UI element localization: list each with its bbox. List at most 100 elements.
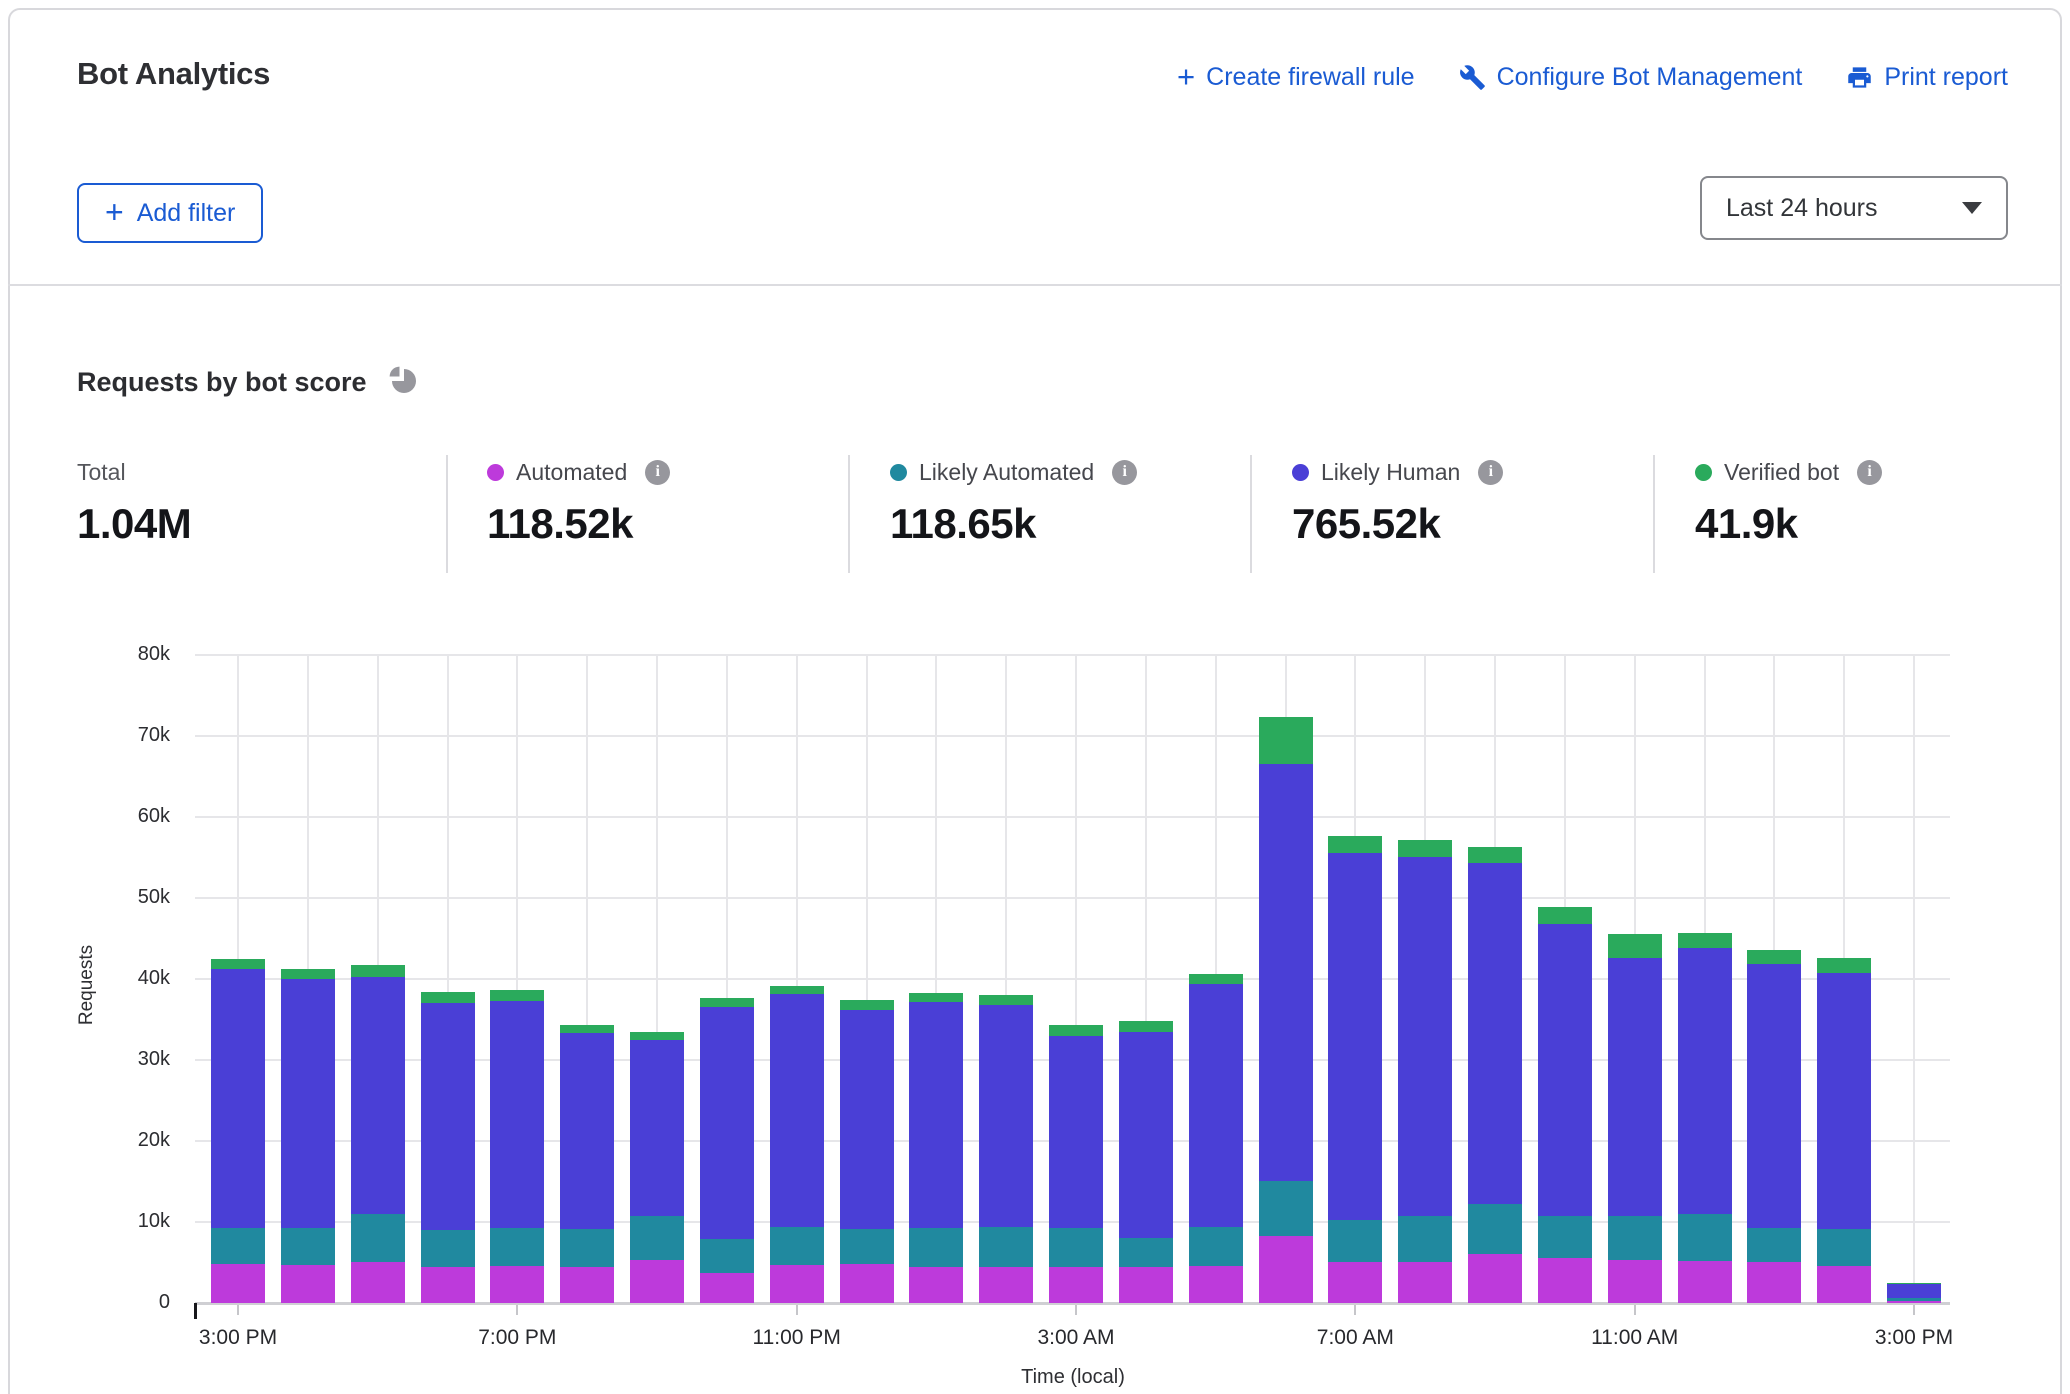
bar-segment-verified-bot (281, 969, 335, 979)
y-axis-tick-label: 60k (90, 805, 170, 828)
bar-segment-likely-automated (1328, 1220, 1382, 1263)
bar-2-00-am[interactable] (979, 995, 1033, 1303)
bar-segment-verified-bot (1678, 933, 1732, 948)
bar-segment-likely-human (1259, 764, 1313, 1182)
x-axis-tick-label: 7:00 AM (1280, 1326, 1430, 1350)
bar-7-00-pm[interactable] (490, 990, 544, 1303)
bar-segment-verified-bot (770, 986, 824, 993)
y-axis-tick-label: 30k (90, 1048, 170, 1071)
bar-segment-automated (1189, 1266, 1243, 1303)
y-axis-tick-label: 0 (90, 1291, 170, 1314)
bar-segment-automated (1259, 1236, 1313, 1303)
bar-segment-automated (770, 1265, 824, 1303)
bar-8-00-am[interactable] (1398, 840, 1452, 1303)
bar-1-00-am[interactable] (909, 993, 963, 1303)
bar-segment-likely-human (1049, 1036, 1103, 1228)
bar-3-00-pm[interactable] (211, 959, 265, 1303)
bar-1-00-pm[interactable] (1747, 950, 1801, 1303)
bar-12-00-am[interactable] (840, 1000, 894, 1303)
bar-segment-likely-automated (1538, 1216, 1592, 1258)
bar-segment-likely-human (840, 1010, 894, 1230)
bar-5-00-pm[interactable] (351, 965, 405, 1303)
bar-segment-likely-human (1678, 948, 1732, 1214)
bar-segment-verified-bot (1119, 1021, 1173, 1032)
bar-6-00-pm[interactable] (421, 992, 475, 1303)
bar-segment-likely-automated (560, 1229, 614, 1266)
bar-3-00-am[interactable] (1049, 1025, 1103, 1303)
x-axis-tick (1075, 1305, 1077, 1315)
bar-segment-likely-automated (1398, 1216, 1452, 1261)
bar-segment-likely-human (351, 977, 405, 1214)
bar-segment-verified-bot (351, 965, 405, 977)
bar-segment-likely-human (630, 1040, 684, 1217)
bar-segment-automated (351, 1262, 405, 1303)
bar-11-00-am[interactable] (1608, 934, 1662, 1303)
bar-segment-likely-human (1398, 857, 1452, 1217)
bar-segment-automated (1538, 1258, 1592, 1303)
bar-segment-automated (1887, 1301, 1941, 1303)
bar-segment-verified-bot (630, 1032, 684, 1040)
bar-segment-verified-bot (1817, 958, 1871, 973)
bar-segment-likely-automated (281, 1228, 335, 1265)
bar-segment-automated (421, 1267, 475, 1303)
bar-9-00-am[interactable] (1468, 847, 1522, 1303)
bar-segment-automated (211, 1264, 265, 1303)
bar-segment-verified-bot (560, 1025, 614, 1033)
bar-segment-verified-bot (421, 992, 475, 1003)
bar-segment-automated (1678, 1261, 1732, 1303)
bar-segment-likely-human (211, 969, 265, 1228)
x-axis-tick (1354, 1305, 1356, 1315)
bar-segment-likely-human (1468, 863, 1522, 1204)
bar-10-00-pm[interactable] (700, 998, 754, 1303)
bar-segment-automated (840, 1264, 894, 1303)
bar-segment-automated (909, 1267, 963, 1303)
bar-5-00-am[interactable] (1189, 974, 1243, 1303)
bar-3-00-pm[interactable] (1887, 1283, 1941, 1303)
bar-segment-automated (1608, 1260, 1662, 1303)
bar-10-00-am[interactable] (1538, 907, 1592, 1303)
bot-score-chart: 010k20k30k40k50k60k70k80k3:00 PM7:00 PM1… (0, 0, 2070, 1394)
bar-6-00-am[interactable] (1259, 717, 1313, 1303)
y-axis-tick-label: 50k (90, 886, 170, 909)
bar-segment-likely-automated (490, 1228, 544, 1265)
x-axis-tick-label: 7:00 PM (442, 1326, 592, 1350)
bar-11-00-pm[interactable] (770, 986, 824, 1303)
bar-segment-likely-human (1817, 973, 1871, 1229)
bot-analytics-page: Bot Analytics + Create firewall rule Con… (0, 0, 2070, 1394)
x-axis-tick (796, 1305, 798, 1315)
x-axis-tick (1913, 1305, 1915, 1315)
bar-segment-verified-bot (1189, 974, 1243, 984)
bar-segment-automated (1049, 1267, 1103, 1303)
bar-segment-verified-bot (1398, 840, 1452, 856)
bar-segment-likely-human (421, 1003, 475, 1230)
bar-segment-verified-bot (1468, 847, 1522, 863)
y-axis-tick-label: 80k (90, 643, 170, 666)
y-axis-tick-label: 20k (90, 1129, 170, 1152)
y-axis-tick-label: 10k (90, 1210, 170, 1233)
bar-segment-likely-human (1119, 1032, 1173, 1239)
bar-2-00-pm[interactable] (1817, 958, 1871, 1303)
bar-4-00-pm[interactable] (281, 969, 335, 1303)
bar-segment-likely-human (1328, 853, 1382, 1220)
bar-9-00-pm[interactable] (630, 1032, 684, 1303)
bar-segment-likely-automated (909, 1228, 963, 1267)
bar-12-00-pm[interactable] (1678, 933, 1732, 1303)
bar-segment-verified-bot (1049, 1025, 1103, 1036)
bar-segment-likely-human (281, 979, 335, 1228)
bar-segment-likely-automated (1747, 1228, 1801, 1263)
bar-segment-automated (1398, 1262, 1452, 1303)
bar-segment-verified-bot (909, 993, 963, 1003)
bar-7-00-am[interactable] (1328, 836, 1382, 1303)
bar-4-00-am[interactable] (1119, 1021, 1173, 1303)
bar-8-00-pm[interactable] (560, 1025, 614, 1303)
bar-segment-likely-automated (979, 1227, 1033, 1267)
bar-segment-likely-human (770, 994, 824, 1227)
x-axis-tick-label: 3:00 AM (1001, 1326, 1151, 1350)
bar-segment-verified-bot (700, 998, 754, 1008)
bar-segment-verified-bot (1328, 836, 1382, 852)
bar-segment-likely-human (1747, 964, 1801, 1228)
grid-line-horizontal (195, 897, 1950, 899)
bar-segment-automated (281, 1265, 335, 1303)
bar-segment-likely-human (1608, 958, 1662, 1216)
bar-segment-automated (979, 1267, 1033, 1303)
